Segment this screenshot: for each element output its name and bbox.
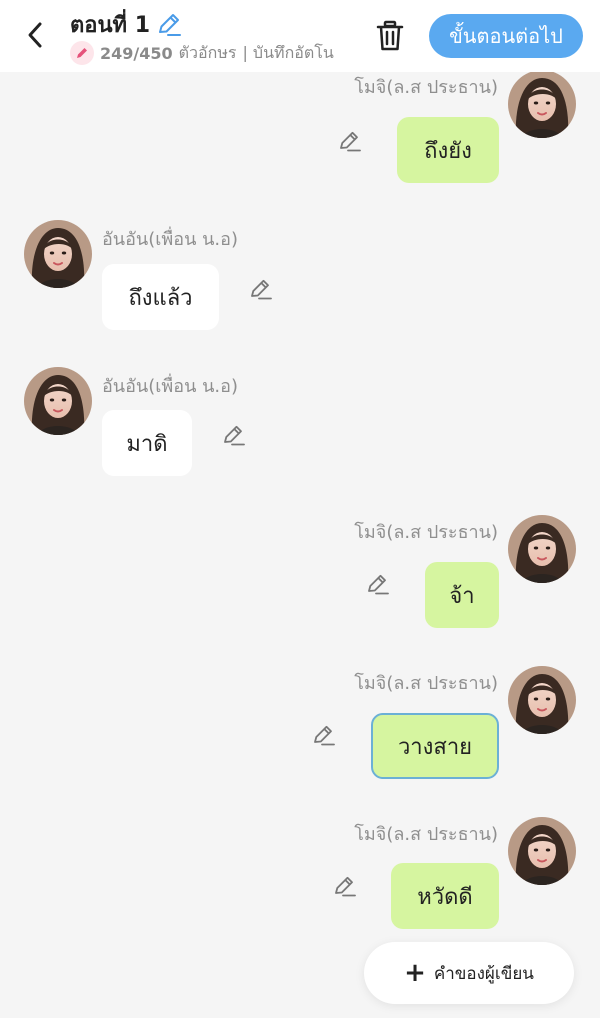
char-unit: ตัวอักษร xyxy=(178,42,237,62)
edit-message-button[interactable] xyxy=(248,276,274,302)
episode-title: ตอนที่ 1 xyxy=(70,12,151,38)
avatar[interactable] xyxy=(24,220,92,288)
author-note-button[interactable]: + คำของผู้เขียน xyxy=(364,942,574,1004)
edit-title-button[interactable] xyxy=(156,11,182,37)
author-note-label: คำของผู้เขียน xyxy=(433,963,534,984)
pencil-icon xyxy=(70,41,94,65)
pencil-icon xyxy=(251,279,272,300)
message-bubble[interactable]: จ้า xyxy=(425,562,499,628)
sender-name: โมจิ(ล.ส ประธาน) xyxy=(354,824,498,845)
message-bubble[interactable]: หวัดดี xyxy=(391,863,499,929)
chevron-left-icon xyxy=(28,22,42,48)
pencil-icon xyxy=(340,131,361,152)
sender-name: โมจิ(ล.ส ประธาน) xyxy=(354,673,498,694)
top-bar: ตอนที่ 1 249/450 ตัวอักษร | บันทึกอัตโน xyxy=(0,0,600,72)
edit-message-button[interactable] xyxy=(332,873,358,899)
avatar[interactable] xyxy=(508,666,576,734)
trash-icon xyxy=(376,20,404,51)
episode-header: ตอนที่ 1 249/450 ตัวอักษร | บันทึกอัตโน xyxy=(70,8,350,66)
avatar[interactable] xyxy=(508,515,576,583)
pencil-icon xyxy=(159,14,182,36)
message-bubble[interactable]: มาดิ xyxy=(102,410,192,476)
sender-name: อันอัน(เพื่อน น.อ) xyxy=(102,376,238,397)
pencil-icon xyxy=(368,574,389,595)
episode-meta: 249/450 ตัวอักษร | บันทึกอัตโน xyxy=(70,40,350,66)
edit-message-button[interactable] xyxy=(221,422,247,448)
back-button[interactable] xyxy=(20,20,50,50)
message-bubble[interactable]: ถึงแล้ว xyxy=(102,264,219,330)
edit-message-button[interactable] xyxy=(365,571,391,597)
message-bubble[interactable]: ถึงยัง xyxy=(397,117,499,183)
avatar[interactable] xyxy=(508,70,576,138)
pencil-icon xyxy=(314,725,335,746)
pencil-icon xyxy=(335,876,356,897)
char-count: 249/450 xyxy=(100,43,173,63)
edit-message-button[interactable] xyxy=(337,128,363,154)
message-bubble[interactable]: วางสาย xyxy=(371,713,499,779)
autosave-status: | บันทึกอัตโน xyxy=(242,42,334,62)
avatar[interactable] xyxy=(508,817,576,885)
next-step-button[interactable]: ขั้นตอนต่อไป xyxy=(429,14,583,58)
sender-name: โมจิ(ล.ส ประธาน) xyxy=(354,77,498,98)
plus-icon: + xyxy=(404,958,426,988)
pencil-icon xyxy=(224,425,245,446)
sender-name: อันอัน(เพื่อน น.อ) xyxy=(102,229,238,250)
avatar[interactable] xyxy=(24,367,92,435)
edit-message-button[interactable] xyxy=(311,722,337,748)
delete-button[interactable] xyxy=(372,18,408,54)
sender-name: โมจิ(ล.ส ประธาน) xyxy=(354,522,498,543)
